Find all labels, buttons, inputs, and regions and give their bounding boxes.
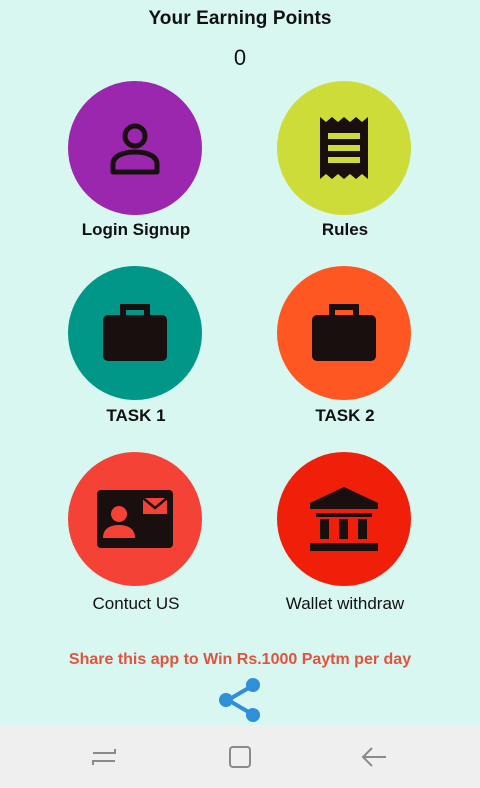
wallet-withdraw-label: Wallet withdraw	[285, 594, 405, 613]
task2-label: TASK 2	[315, 406, 375, 425]
contact-us-label: Contuct US	[92, 594, 180, 613]
task1-button[interactable]	[68, 266, 202, 400]
task1-tile[interactable]: TASK 1	[36, 266, 236, 446]
home-button[interactable]	[218, 739, 262, 775]
task2-button[interactable]	[277, 266, 411, 400]
android-nav-bar	[0, 725, 480, 788]
login-signup-label: Login Signup	[81, 220, 191, 239]
receipt-icon	[320, 117, 368, 179]
rules-label: Rules	[321, 220, 369, 239]
recent-apps-icon	[92, 749, 116, 765]
home-icon	[229, 746, 251, 768]
wallet-withdraw-tile[interactable]: Wallet withdraw	[245, 452, 445, 632]
contact-us-tile[interactable]: Contuct US	[36, 452, 236, 632]
share-button[interactable]	[214, 676, 266, 724]
bank-icon	[310, 487, 378, 551]
task2-tile[interactable]: TASK 2	[245, 266, 445, 446]
back-button[interactable]	[352, 739, 396, 775]
briefcase-icon	[312, 304, 376, 361]
login-signup-tile[interactable]: Login Signup	[36, 81, 236, 261]
page-title: Your Earning Points	[148, 8, 332, 29]
briefcase-icon	[103, 304, 167, 361]
recent-apps-button[interactable]	[82, 739, 126, 775]
contact-us-button[interactable]	[68, 452, 202, 586]
share-icon	[219, 678, 260, 722]
wallet-withdraw-button[interactable]	[277, 452, 411, 586]
person-icon	[110, 123, 160, 175]
share-promo-text: Share this app to Win Rs.1000 Paytm per …	[68, 651, 412, 668]
contact-card-icon	[97, 490, 173, 548]
task1-label: TASK 1	[106, 406, 166, 425]
earning-points-value: 0	[233, 45, 247, 70]
rules-button[interactable]	[277, 81, 411, 215]
rules-tile[interactable]: Rules	[245, 81, 445, 261]
login-signup-button[interactable]	[68, 81, 202, 215]
back-icon	[361, 747, 386, 767]
